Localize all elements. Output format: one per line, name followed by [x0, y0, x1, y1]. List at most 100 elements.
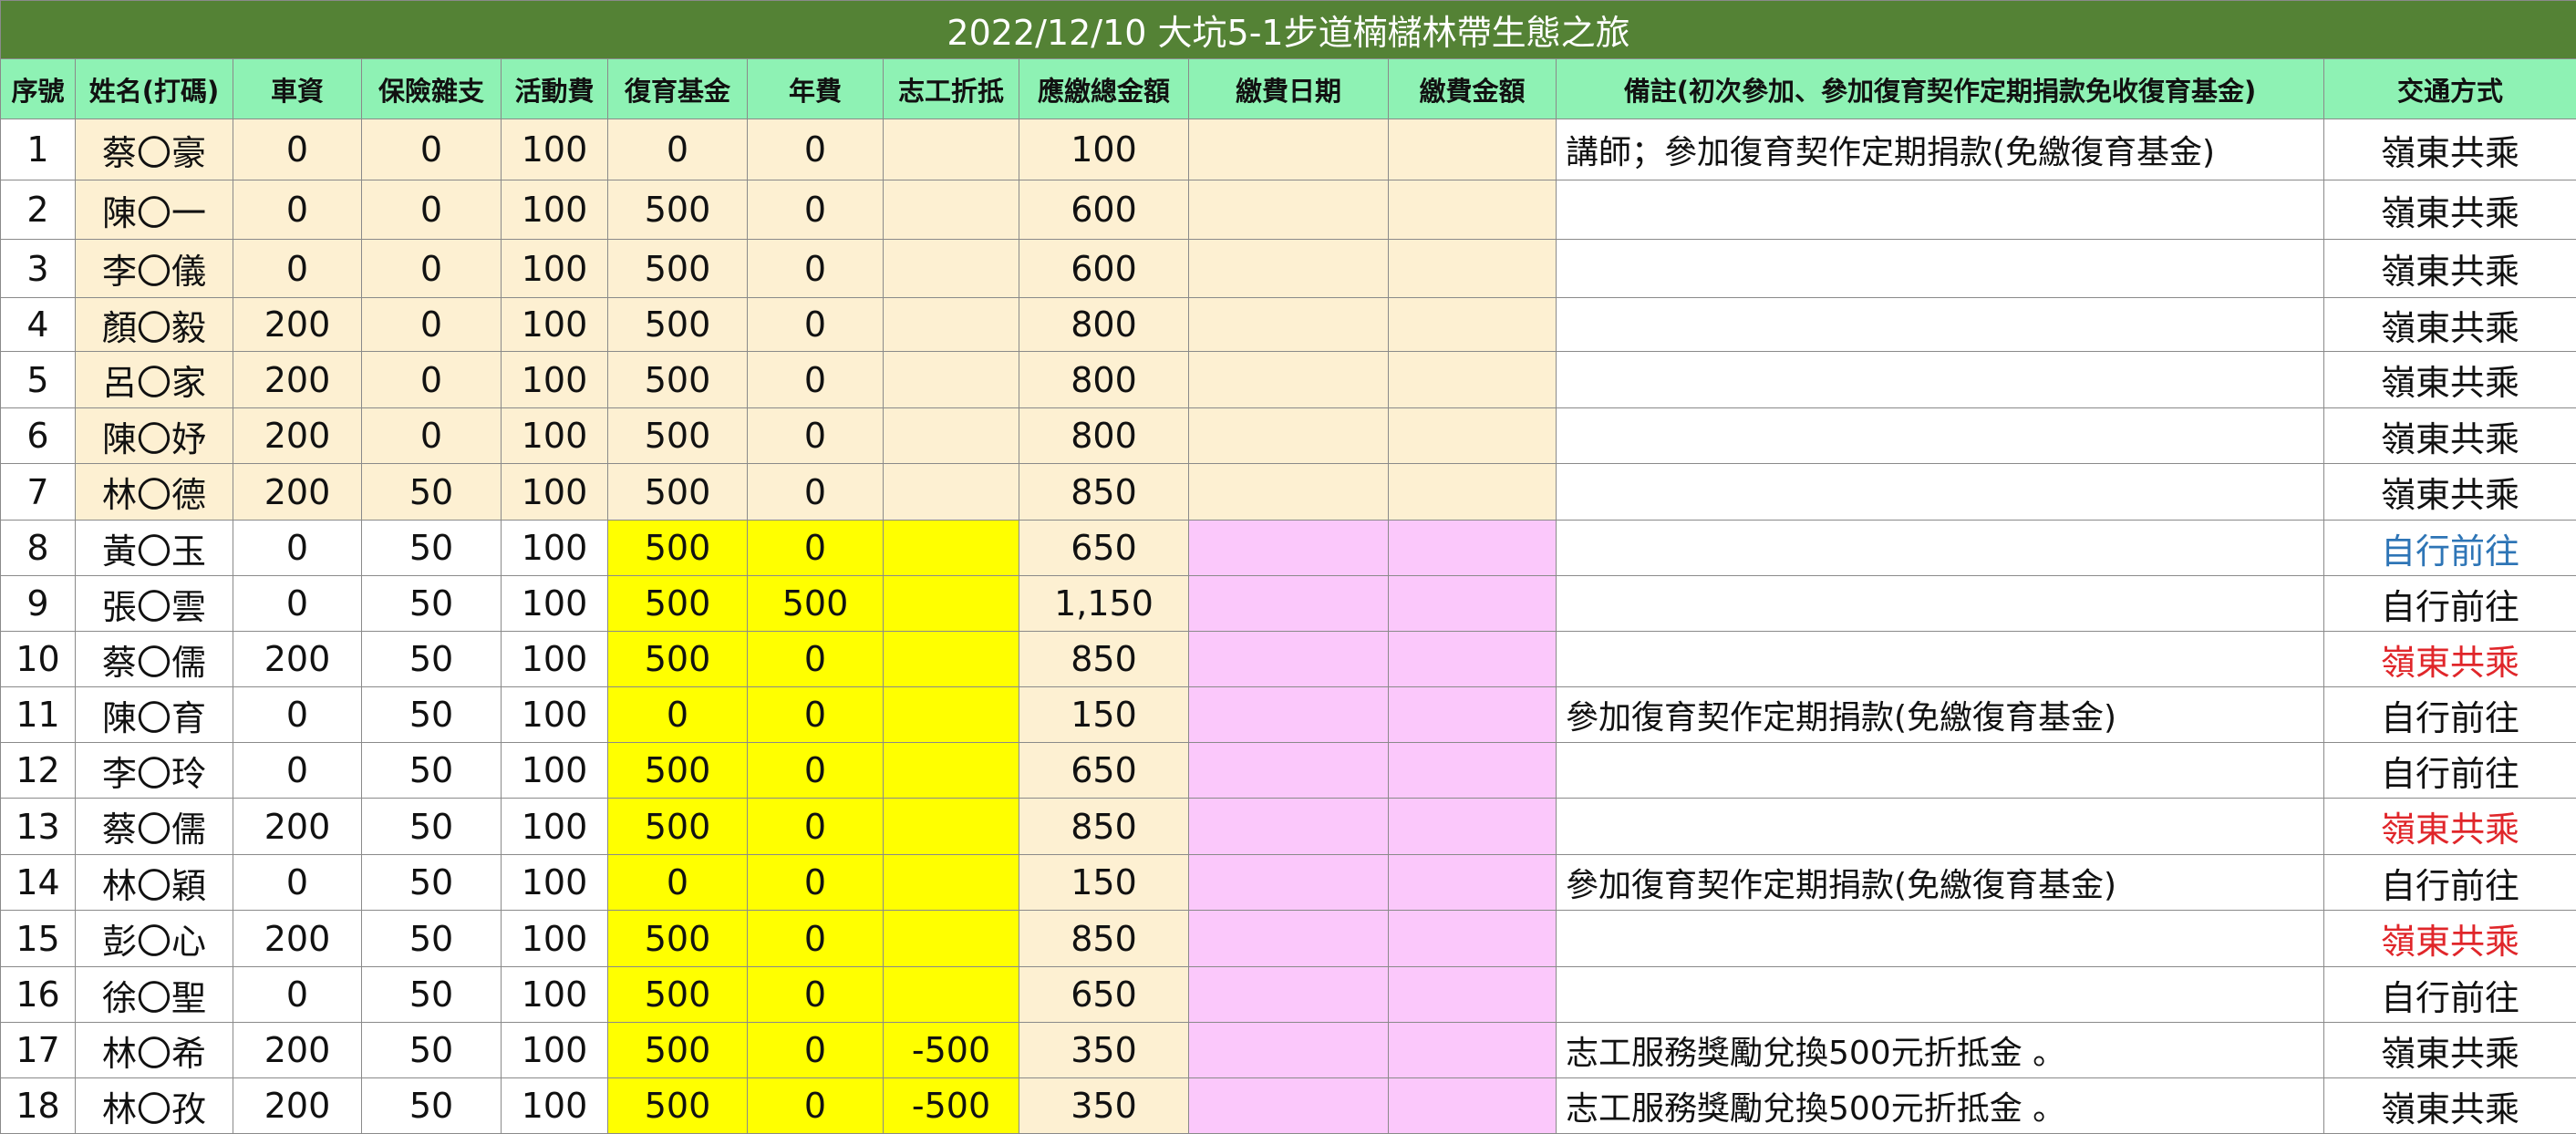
restoration-fund-cell[interactable]: 500 [608, 911, 748, 967]
volunteer-discount-cell[interactable]: -500 [884, 1023, 1019, 1078]
volunteer-discount-cell[interactable] [884, 240, 1019, 298]
name-cell[interactable]: 陳〇一 [76, 180, 233, 240]
volunteer-discount-cell[interactable] [884, 352, 1019, 408]
name-cell[interactable]: 蔡〇儒 [76, 799, 233, 855]
payment-amount-cell[interactable] [1389, 967, 1557, 1023]
total-due-cell[interactable]: 850 [1019, 799, 1189, 855]
payment-date-cell[interactable] [1189, 352, 1389, 408]
transport-cell[interactable]: 嶺東共乘 [2324, 799, 2576, 855]
payment-amount-cell[interactable] [1389, 408, 1557, 464]
annual-fee-cell[interactable]: 0 [748, 180, 884, 240]
payment-date-cell[interactable] [1189, 967, 1389, 1023]
volunteer-discount-cell[interactable] [884, 911, 1019, 967]
name-cell[interactable]: 林〇希 [76, 1023, 233, 1078]
name-cell[interactable]: 李〇儀 [76, 240, 233, 298]
transport-cell[interactable]: 自行前往 [2324, 855, 2576, 911]
volunteer-discount-cell[interactable] [884, 855, 1019, 911]
payment-date-cell[interactable] [1189, 119, 1389, 180]
restoration-fund-cell[interactable]: 500 [608, 240, 748, 298]
transport-cell[interactable]: 嶺東共乘 [2324, 298, 2576, 352]
header-payment-date[interactable]: 繳費日期 [1189, 59, 1389, 119]
restoration-fund-cell[interactable]: 500 [608, 967, 748, 1023]
volunteer-discount-cell[interactable] [884, 632, 1019, 687]
total-due-cell[interactable]: 650 [1019, 521, 1189, 576]
insurance-cell[interactable]: 50 [362, 576, 502, 632]
name-cell[interactable]: 徐〇聖 [76, 967, 233, 1023]
activity-fee-cell[interactable]: 100 [502, 576, 608, 632]
transport-cell[interactable]: 嶺東共乘 [2324, 240, 2576, 298]
header-name[interactable]: 姓名(打碼) [76, 59, 233, 119]
restoration-fund-cell[interactable]: 500 [608, 743, 748, 799]
payment-date-cell[interactable] [1189, 687, 1389, 743]
insurance-cell[interactable]: 50 [362, 632, 502, 687]
fare-cell[interactable]: 200 [233, 1023, 362, 1078]
remark-cell[interactable]: 講師；參加復育契作定期捐款(免繳復育基金) [1557, 119, 2324, 180]
volunteer-discount-cell[interactable] [884, 464, 1019, 521]
volunteer-discount-cell[interactable] [884, 687, 1019, 743]
remark-cell[interactable] [1557, 632, 2324, 687]
remark-cell[interactable]: 參加復育契作定期捐款(免繳復育基金) [1557, 855, 2324, 911]
fare-cell[interactable]: 200 [233, 911, 362, 967]
insurance-cell[interactable]: 50 [362, 1023, 502, 1078]
total-due-cell[interactable]: 800 [1019, 298, 1189, 352]
activity-fee-cell[interactable]: 100 [502, 967, 608, 1023]
volunteer-discount-cell[interactable] [884, 521, 1019, 576]
volunteer-discount-cell[interactable] [884, 180, 1019, 240]
remark-cell[interactable] [1557, 408, 2324, 464]
remark-cell[interactable] [1557, 240, 2324, 298]
transport-cell[interactable]: 自行前往 [2324, 967, 2576, 1023]
name-cell[interactable]: 林〇孜 [76, 1078, 233, 1134]
header-annual-fee[interactable]: 年費 [748, 59, 884, 119]
fare-cell[interactable]: 0 [233, 180, 362, 240]
insurance-cell[interactable]: 50 [362, 687, 502, 743]
annual-fee-cell[interactable]: 0 [748, 911, 884, 967]
name-cell[interactable]: 李〇玲 [76, 743, 233, 799]
restoration-fund-cell[interactable]: 0 [608, 119, 748, 180]
transport-cell[interactable]: 嶺東共乘 [2324, 632, 2576, 687]
payment-date-cell[interactable] [1189, 180, 1389, 240]
payment-date-cell[interactable] [1189, 464, 1389, 521]
payment-date-cell[interactable] [1189, 632, 1389, 687]
total-due-cell[interactable]: 350 [1019, 1078, 1189, 1134]
total-due-cell[interactable]: 600 [1019, 240, 1189, 298]
header-volunteer-discount[interactable]: 志工折抵 [884, 59, 1019, 119]
annual-fee-cell[interactable]: 0 [748, 119, 884, 180]
restoration-fund-cell[interactable]: 500 [608, 632, 748, 687]
fare-cell[interactable]: 200 [233, 352, 362, 408]
remark-cell[interactable]: 志工服務獎勵兌換500元折抵金 。 [1557, 1023, 2324, 1078]
activity-fee-cell[interactable]: 100 [502, 1023, 608, 1078]
activity-fee-cell[interactable]: 100 [502, 408, 608, 464]
payment-date-cell[interactable] [1189, 576, 1389, 632]
volunteer-discount-cell[interactable]: -500 [884, 1078, 1019, 1134]
payment-date-cell[interactable] [1189, 911, 1389, 967]
payment-amount-cell[interactable] [1389, 521, 1557, 576]
insurance-cell[interactable]: 50 [362, 1078, 502, 1134]
payment-date-cell[interactable] [1189, 799, 1389, 855]
activity-fee-cell[interactable]: 100 [502, 464, 608, 521]
transport-cell[interactable]: 嶺東共乘 [2324, 408, 2576, 464]
remark-cell[interactable] [1557, 799, 2324, 855]
transport-cell[interactable]: 自行前往 [2324, 576, 2576, 632]
serial-no-cell[interactable]: 11 [1, 687, 76, 743]
restoration-fund-cell[interactable]: 500 [608, 576, 748, 632]
volunteer-discount-cell[interactable] [884, 119, 1019, 180]
serial-no-cell[interactable]: 10 [1, 632, 76, 687]
activity-fee-cell[interactable]: 100 [502, 352, 608, 408]
serial-no-cell[interactable]: 2 [1, 180, 76, 240]
annual-fee-cell[interactable]: 0 [748, 1023, 884, 1078]
transport-cell[interactable]: 嶺東共乘 [2324, 119, 2576, 180]
restoration-fund-cell[interactable]: 500 [608, 352, 748, 408]
payment-amount-cell[interactable] [1389, 119, 1557, 180]
fare-cell[interactable]: 0 [233, 119, 362, 180]
name-cell[interactable]: 陳〇育 [76, 687, 233, 743]
serial-no-cell[interactable]: 17 [1, 1023, 76, 1078]
serial-no-cell[interactable]: 7 [1, 464, 76, 521]
payment-date-cell[interactable] [1189, 521, 1389, 576]
serial-no-cell[interactable]: 1 [1, 119, 76, 180]
annual-fee-cell[interactable]: 0 [748, 464, 884, 521]
serial-no-cell[interactable]: 4 [1, 298, 76, 352]
activity-fee-cell[interactable]: 100 [502, 855, 608, 911]
payment-amount-cell[interactable] [1389, 743, 1557, 799]
fare-cell[interactable]: 0 [233, 967, 362, 1023]
activity-fee-cell[interactable]: 100 [502, 240, 608, 298]
